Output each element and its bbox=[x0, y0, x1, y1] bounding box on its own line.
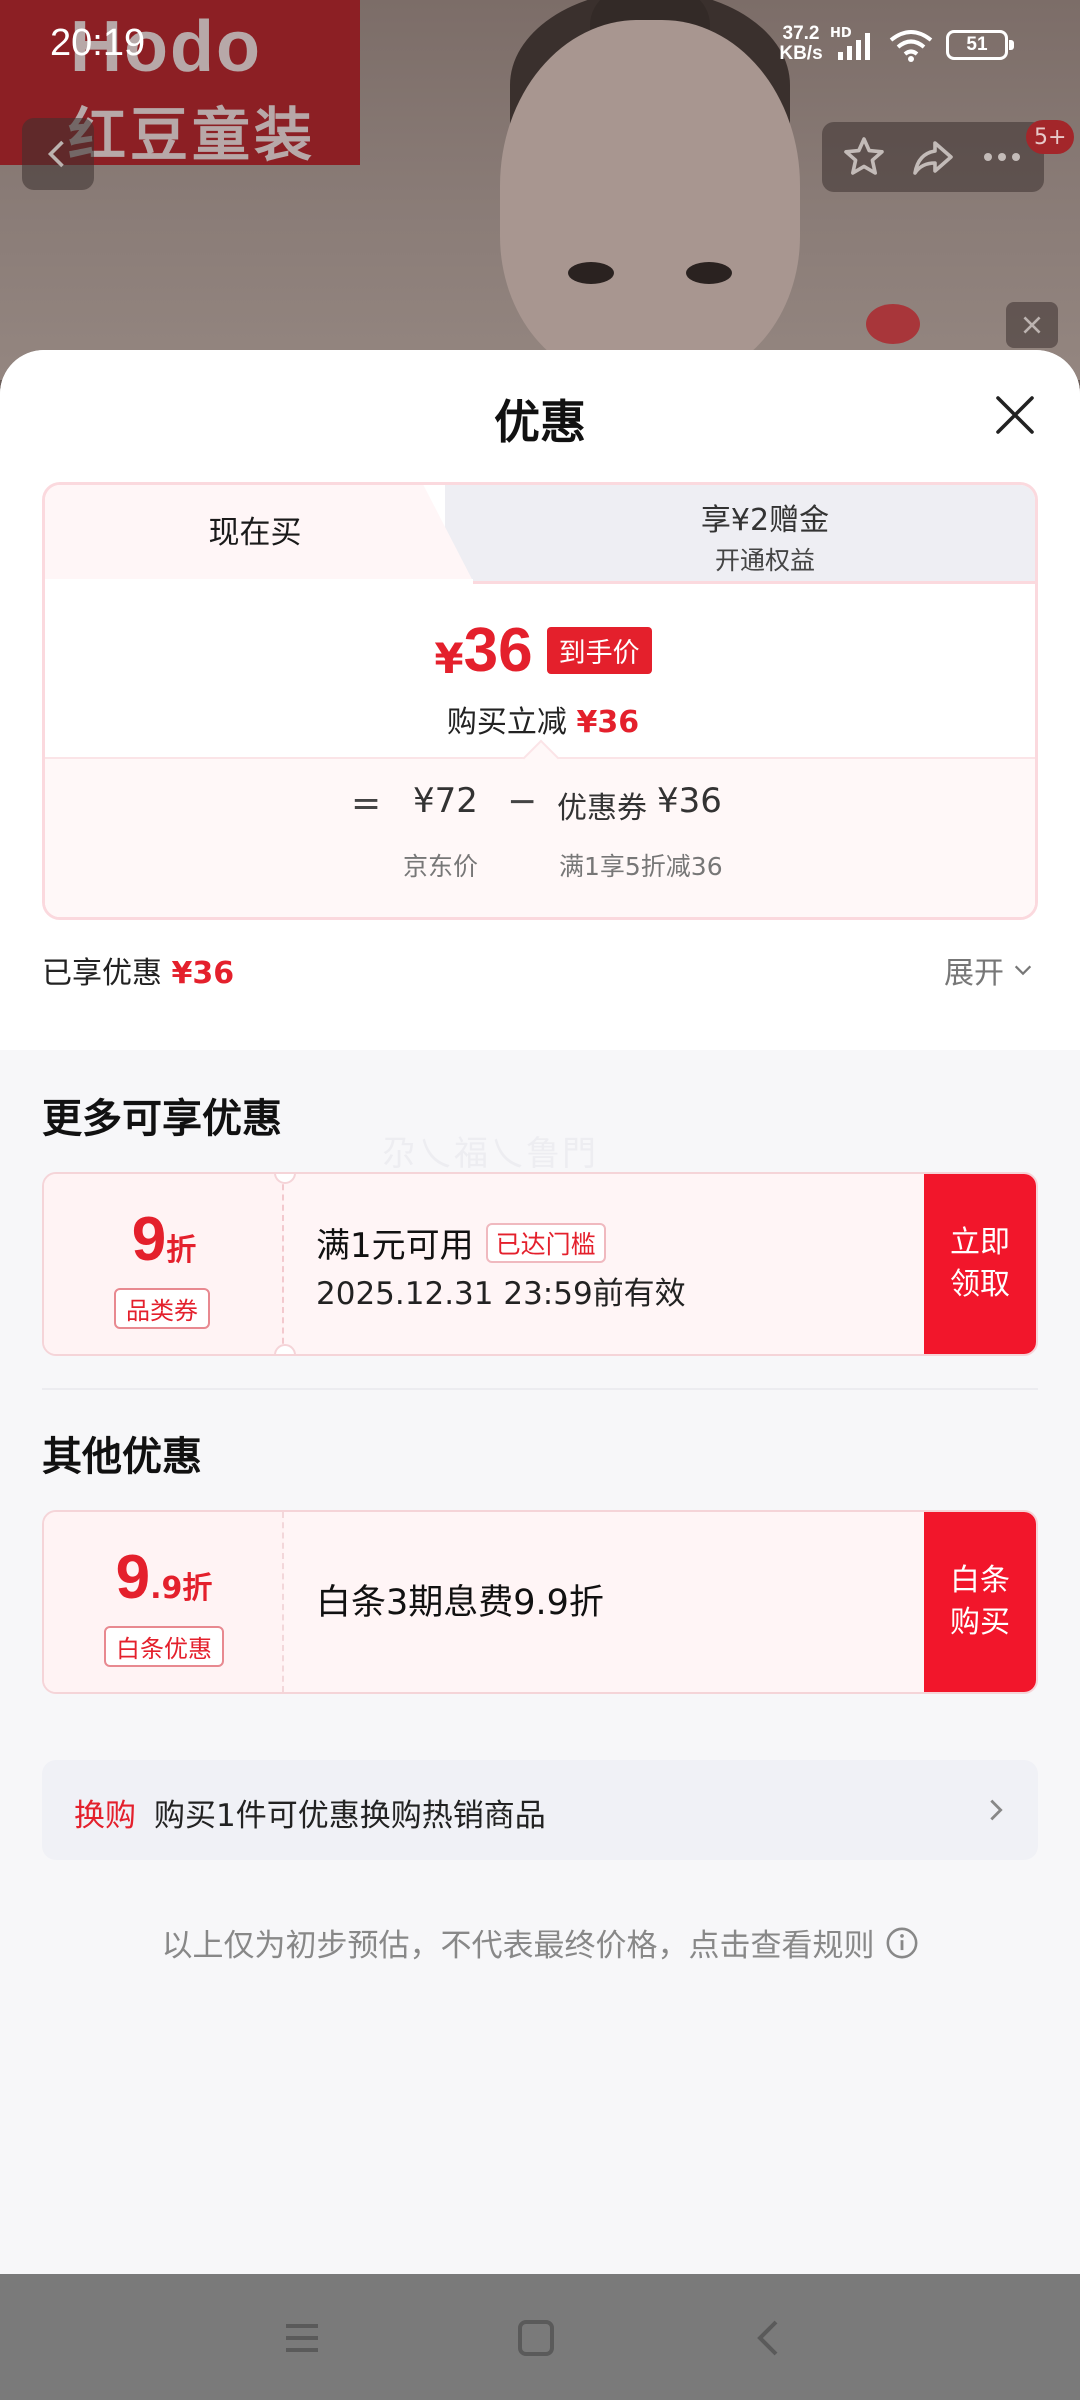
coupon-amount: ¥36 bbox=[657, 781, 722, 821]
baitiao-offer-text: 白条3期息费9.9折 bbox=[316, 1583, 604, 1623]
instant-discount-label: 购买立减 bbox=[446, 705, 567, 740]
back-button[interactable] bbox=[22, 118, 94, 190]
network-speed-value: 37.2 bbox=[782, 23, 820, 44]
final-price-amount: 36 bbox=[463, 616, 533, 685]
final-price: ¥ 36 到手价 bbox=[45, 615, 1035, 686]
status-bar: 20:19 37.2 KB/s HD 51 bbox=[0, 0, 1080, 92]
instant-discount-amount: ¥36 bbox=[576, 705, 640, 740]
product-actions bbox=[822, 122, 1044, 192]
tab-bonus-title: 享¥2赠金 bbox=[700, 503, 830, 538]
baitiao-button-line1: 白条 bbox=[950, 1563, 1010, 1598]
coupon-condition: 满1元可用 已达门槛 bbox=[316, 1218, 606, 1267]
wifi-icon bbox=[889, 30, 933, 62]
share-icon[interactable] bbox=[909, 133, 957, 181]
sheet-header-area: 优惠 现在买 享¥2赠金 开通权益 ¥ 36 到手价 购买立减 ¥36 = ¥7… bbox=[0, 350, 1080, 1050]
other-discounts-title: 其他优惠 bbox=[42, 1434, 202, 1480]
swap-purchase-row[interactable]: 换购 购买1件可优惠换购热销商品 bbox=[42, 1760, 1038, 1860]
coupon-value-unit: .9折 bbox=[150, 1571, 213, 1606]
final-price-tag: 到手价 bbox=[546, 627, 652, 674]
enjoyed-discount-label: 已享优惠 bbox=[42, 956, 162, 991]
coupon-value-area: 9折 品类券 bbox=[44, 1174, 284, 1354]
signal-icon bbox=[838, 33, 870, 60]
notification-badge: 5+ bbox=[1026, 120, 1075, 154]
watermark: 尕乀福乀鲁門 bbox=[382, 1134, 598, 1174]
coupon-value-area: 9.9折 白条优惠 bbox=[44, 1512, 284, 1692]
close-icon[interactable] bbox=[990, 390, 1040, 440]
category-coupon: 9折 品类券 满1元可用 已达门槛 2025.12.31 23:59前有效 立即… bbox=[42, 1172, 1038, 1356]
system-nav-bar bbox=[0, 2274, 1080, 2400]
menu-icon[interactable] bbox=[278, 2314, 326, 2362]
expand-label: 展开 bbox=[944, 956, 1004, 991]
coupon-notch bbox=[274, 1344, 296, 1354]
coupon-condition-text: 满1元可用 bbox=[316, 1226, 474, 1266]
chevron-right-icon bbox=[990, 1799, 1003, 1821]
coupon-status-badge: 已达门槛 bbox=[485, 1222, 606, 1263]
network-speed: 37.2 KB/s bbox=[774, 24, 828, 64]
coupon-validity: 2025.12.31 23:59前有效 bbox=[316, 1276, 686, 1312]
status-time: 20:19 bbox=[50, 22, 146, 64]
disclaimer-text: 以上仅为初步预估，不代表最终价格，点击查看规则 bbox=[161, 1928, 875, 1964]
enjoyed-discount: 已享优惠 ¥36 bbox=[42, 948, 234, 992]
product-tag bbox=[866, 304, 920, 344]
section-divider bbox=[42, 1388, 1038, 1390]
original-price-label: 京东价 bbox=[403, 852, 479, 881]
coupon-label: 优惠券 bbox=[557, 791, 647, 826]
original-price: ¥72 bbox=[413, 781, 478, 821]
product-image-eye bbox=[686, 262, 732, 284]
network-speed-unit: KB/s bbox=[779, 43, 823, 64]
baitiao-button-line2: 购买 bbox=[950, 1605, 1010, 1640]
sheet-title: 优惠 bbox=[494, 395, 586, 449]
star-icon[interactable] bbox=[840, 133, 888, 181]
close-icon bbox=[1023, 316, 1041, 334]
coupon-rule: 满1享5折减36 bbox=[559, 852, 723, 881]
product-image-eye bbox=[568, 262, 614, 284]
chevron-left-icon bbox=[47, 140, 64, 168]
tab-now-buy-label: 现在买 bbox=[208, 515, 302, 551]
expand-button[interactable]: 展开 bbox=[944, 948, 1034, 992]
coupon-value: 9折 bbox=[44, 1204, 284, 1275]
tab-connector bbox=[45, 579, 473, 587]
enjoyed-discount-amount: ¥36 bbox=[171, 956, 235, 991]
baitiao-buy-button[interactable]: 白条 购买 bbox=[924, 1512, 1036, 1692]
price-breakdown: = ¥72 − 优惠券 ¥36 京东价 满1享5折减36 bbox=[45, 739, 1035, 917]
back-icon[interactable] bbox=[746, 2314, 794, 2362]
breakdown-minus: − bbox=[507, 781, 538, 822]
coupon-value-unit: 折 bbox=[166, 1233, 197, 1268]
claim-button-line1: 立即 bbox=[950, 1225, 1010, 1260]
home-icon[interactable] bbox=[512, 2314, 560, 2362]
chevron-down-icon bbox=[1014, 965, 1032, 976]
claim-coupon-button[interactable]: 立即 领取 bbox=[924, 1174, 1036, 1354]
tab-bonus-subtitle: 开通权益 bbox=[714, 546, 815, 575]
brand-logo-subtext: 红豆童装 bbox=[68, 101, 317, 169]
close-float-button[interactable] bbox=[1006, 302, 1058, 348]
instant-discount: 购买立减 ¥36 bbox=[45, 697, 1035, 741]
disclaimer[interactable]: 以上仅为初步预估，不代表最终价格，点击查看规则 bbox=[0, 1920, 1080, 1965]
battery-level: 51 bbox=[966, 34, 988, 55]
coupon-value-number: 9 bbox=[131, 1205, 167, 1274]
discount-sheet: 优惠 现在买 享¥2赠金 开通权益 ¥ 36 到手价 购买立减 ¥36 = ¥7… bbox=[0, 350, 1080, 2274]
info-icon bbox=[886, 1927, 917, 1958]
battery-icon: 51 bbox=[946, 30, 1014, 60]
price-card: 现在买 享¥2赠金 开通权益 ¥ 36 到手价 购买立减 ¥36 = ¥72 −… bbox=[42, 482, 1038, 920]
coupon-value-number: 9 bbox=[115, 1543, 151, 1612]
coupon-value: 9.9折 bbox=[44, 1542, 284, 1613]
final-price-currency: ¥ bbox=[434, 634, 464, 683]
coupon-type-chip: 白条优惠 bbox=[104, 1626, 224, 1667]
baitiao-coupon: 9.9折 白条优惠 白条3期息费9.9折 白条 购买 bbox=[42, 1510, 1038, 1694]
swap-text: 购买1件可优惠换购热销商品 bbox=[154, 1798, 546, 1834]
coupon-type-chip: 品类券 bbox=[114, 1288, 210, 1329]
more-icon[interactable] bbox=[978, 133, 1026, 181]
breakdown-equals: = bbox=[351, 783, 382, 824]
more-discounts-title: 更多可享优惠 bbox=[42, 1096, 282, 1142]
claim-button-line2: 领取 bbox=[950, 1267, 1010, 1302]
swap-tag: 换购 bbox=[74, 1798, 136, 1834]
